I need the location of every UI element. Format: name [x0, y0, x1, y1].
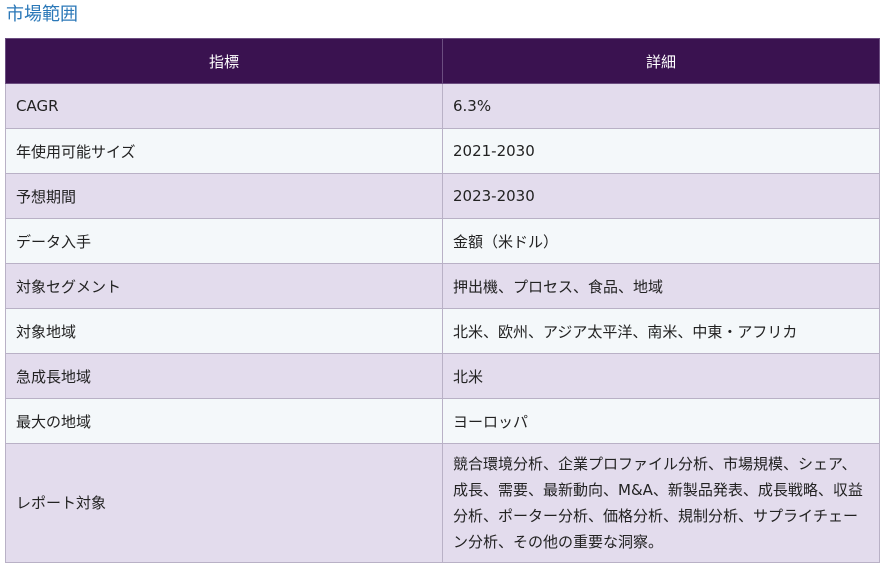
row-value: ヨーロッパ: [442, 398, 880, 444]
table-row: 急成長地域 北米: [5, 353, 880, 399]
table-row: 対象セグメント 押出機、プロセス、食品、地域: [5, 263, 880, 309]
table-row: 予想期間 2023-2030: [5, 173, 880, 219]
row-label: 年使用可能サイズ: [5, 128, 443, 174]
row-label: CAGR: [5, 83, 443, 129]
row-label: 対象地域: [5, 308, 443, 354]
table-row: 対象地域 北米、欧州、アジア太平洋、南米、中東・アフリカ: [5, 308, 880, 354]
table-row: 最大の地域 ヨーロッパ: [5, 398, 880, 444]
column-header-detail: 詳細: [442, 38, 880, 84]
row-value: 北米: [442, 353, 880, 399]
table-row: レポート対象 競合環境分析、企業プロファイル分析、市場規模、シェア、成長、需要、…: [5, 443, 880, 563]
row-value: 競合環境分析、企業プロファイル分析、市場規模、シェア、成長、需要、最新動向、M&…: [442, 443, 880, 563]
column-header-metric: 指標: [5, 38, 443, 84]
table-header-row: 指標 詳細: [5, 38, 880, 84]
table-row: CAGR 6.3%: [5, 83, 880, 129]
row-label: データ入手: [5, 218, 443, 264]
row-label: 最大の地域: [5, 398, 443, 444]
row-label: 急成長地域: [5, 353, 443, 399]
section-heading: 市場範囲: [6, 4, 78, 25]
table-row: 年使用可能サイズ 2021-2030: [5, 128, 880, 174]
row-value: 2021-2030: [442, 128, 880, 174]
row-value: 押出機、プロセス、食品、地域: [442, 263, 880, 309]
row-label: 対象セグメント: [5, 263, 443, 309]
row-label: レポート対象: [5, 443, 443, 563]
market-scope-table: 指標 詳細 CAGR 6.3% 年使用可能サイズ 2021-2030 予想期間 …: [5, 38, 880, 563]
row-value: 6.3%: [442, 83, 880, 129]
row-value: 金額（米ドル）: [442, 218, 880, 264]
table-row: データ入手 金額（米ドル）: [5, 218, 880, 264]
row-value: 北米、欧州、アジア太平洋、南米、中東・アフリカ: [442, 308, 880, 354]
row-label: 予想期間: [5, 173, 443, 219]
row-value: 2023-2030: [442, 173, 880, 219]
